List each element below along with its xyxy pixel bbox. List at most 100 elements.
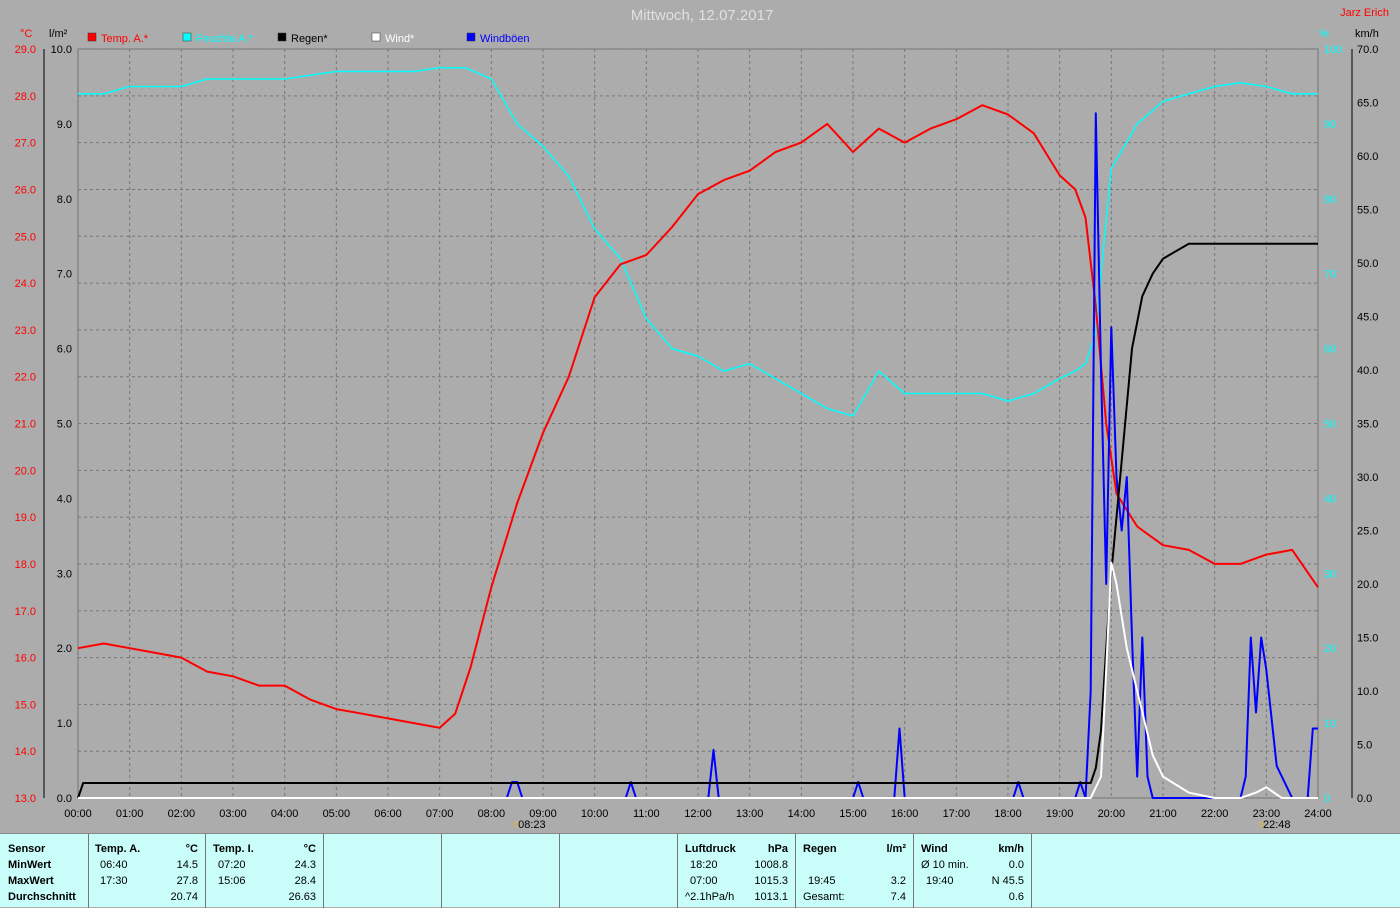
divider [441,834,442,908]
rain-tick-label: 10.0 [51,44,72,56]
temp-i-average: 26.63 [288,891,316,903]
wind-tick-label: 15.0 [1357,633,1378,645]
temp-tick-label: 13.0 [15,793,36,805]
rain-max-value: 3.2 [890,875,906,887]
temp-tick-label: 23.0 [15,325,36,337]
legend-label: Wind* [385,33,415,45]
pressure-trend-value: 1013.1 [754,891,788,903]
temp-i-min-value: 24.3 [294,859,316,871]
wind-tick-label: 40.0 [1357,365,1378,377]
wind-tick-label: 30.0 [1357,472,1378,484]
time-tick-label: 22:00 [1201,808,1229,820]
humidity-tick-label: 80 [1324,194,1336,206]
temp-tick-label: 22.0 [15,372,36,384]
temp-tick-label: 25.0 [15,231,36,243]
rain-tick-label: 5.0 [57,419,72,431]
temp-axis-unit: °C [20,28,32,40]
time-tick-label: 02:00 [168,808,196,820]
wind-avg-value: 0.0 [1008,859,1024,871]
row-label-avg: Durchschnitt [8,891,76,903]
wind-tick-label: 20.0 [1357,579,1378,591]
wind-tick-label: 60.0 [1357,151,1378,163]
pressure-max-time: 07:00 [690,875,718,887]
temp-i-min-time: 07:20 [218,859,246,871]
rain-header: Regen [803,843,837,855]
humidity-tick-label: 60 [1324,344,1336,356]
wind-max-value: N 45.5 [991,875,1024,887]
temp-a-min-time: 06:40 [100,859,128,871]
rain-total-value: 7.4 [890,891,906,903]
divider [913,834,914,908]
legend-label: Feuchte A.* [196,33,254,45]
rain-tick-label: 4.0 [57,493,72,505]
statistics-panel: Sensor MinWert MaxWert Durchschnitt Temp… [0,833,1400,908]
temp-a-max-value: 27.8 [176,875,198,887]
humidity-axis-unit: % [1319,28,1329,40]
temp-tick-label: 17.0 [15,606,36,618]
wind-tick-label: 0.0 [1357,793,1372,805]
rain-tick-label: 9.0 [57,119,72,131]
divider [205,834,206,908]
time-tick-label: 07:00 [426,808,454,820]
time-tick-label: 03:00 [219,808,247,820]
humidity-tick-label: 40 [1324,493,1336,505]
wind-tick-label: 35.0 [1357,419,1378,431]
rain-tick-label: 2.0 [57,643,72,655]
weather-chart: °C 29.0 28.0 27.0 26.0 25.0 24.0 23.0 22.0 21.0 20… [15,7,1389,831]
temp-a-average: 20.74 [170,891,198,903]
pressure-max-value: 1015.3 [754,875,788,887]
row-label-max: MaxWert [8,875,54,887]
wind-header: Wind [921,843,948,855]
rain-axis-unit: l/m² [49,28,68,40]
temp-i-header: Temp. I. [213,843,254,855]
time-tick-label: 19:00 [1046,808,1074,820]
temp-tick-label: 15.0 [15,699,36,711]
rain-tick-label: 6.0 [57,344,72,356]
temp-tick-label: 26.0 [15,184,36,196]
rain-max-time: 19:45 [808,875,836,887]
humidity-tick-label: 100 [1324,44,1342,56]
wind-tick-label: 70.0 [1357,44,1378,56]
wind-tick-label: 45.0 [1357,312,1378,324]
temp-tick-label: 21.0 [15,419,36,431]
rain-tick-label: 1.0 [57,718,72,730]
temp-i-unit: °C [303,843,316,855]
time-tick-label: 10:00 [581,808,609,820]
divider [88,834,89,908]
time-tick-label: 16:00 [891,808,919,820]
humidity-tick-label: 90 [1324,119,1336,131]
time-tick-label: 00:00 [64,808,92,820]
wind-axis-unit: km/h [1355,28,1379,40]
temp-tick-label: 28.0 [15,91,36,103]
divider [1031,834,1032,908]
pressure-header: Luftdruck [685,843,736,855]
temp-tick-label: 27.0 [15,138,36,150]
rain-tick-label: 7.0 [57,269,72,281]
time-tick-label: 08:00 [478,808,506,820]
temp-a-header: Temp. A. [95,843,141,855]
temp-tick-label: 14.0 [15,746,36,758]
wind-max-time: 19:40 [926,875,954,887]
time-tick-label: 24:00 [1304,808,1332,820]
wind-mean-value: 0.6 [1008,891,1024,903]
pressure-min-time: 18:20 [690,859,718,871]
temp-a-max-time: 17:30 [100,875,128,887]
legend-swatch [371,32,381,42]
time-tick-label: 14:00 [788,808,816,820]
rain-tick-label: 0.0 [57,793,72,805]
time-tick-label: 11:00 [633,808,660,820]
divider [323,834,324,908]
time-tick-label: 18:00 [994,808,1022,820]
time-tick-label: 15:00 [839,808,867,820]
time-tick-label: 13:00 [736,808,764,820]
wind-tick-label: 5.0 [1357,740,1372,752]
legend-swatch [87,32,97,42]
temp-tick-label: 29.0 [15,44,36,56]
chart-title: Mittwoch, 12.07.2017 [631,7,774,24]
rain-unit: l/m² [886,843,906,855]
temp-a-unit: °C [185,843,198,855]
rain-total-label: Gesamt: [803,891,845,903]
divider [677,834,678,908]
time-tick-label: 04:00 [271,808,299,820]
divider [559,834,560,908]
